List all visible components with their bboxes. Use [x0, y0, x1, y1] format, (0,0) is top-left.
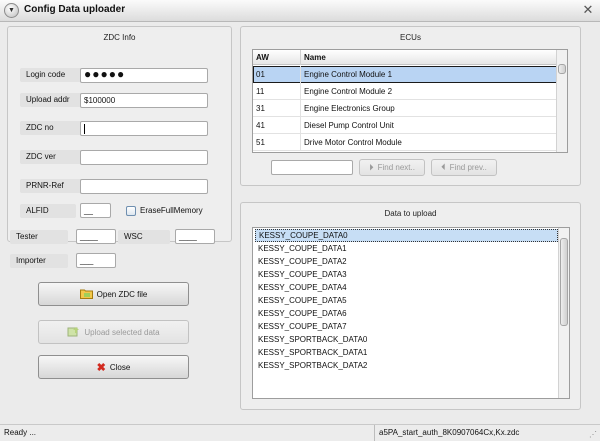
column-name[interactable]: Name — [301, 50, 558, 65]
title-bar: ▼ Config Data uploader ✕ — [0, 0, 600, 22]
wsc-input[interactable]: ____ — [175, 229, 215, 244]
login-code-input[interactable]: ●●●●● — [80, 68, 208, 83]
ecu-scroll-thumb[interactable] — [558, 64, 566, 74]
list-item[interactable]: KESSY_COUPE_DATA3 — [255, 268, 347, 281]
cell-name: Diesel Pump Control Unit — [301, 117, 558, 134]
erase-full-memory-checkbox[interactable] — [126, 206, 136, 216]
alfid-input[interactable]: __ — [80, 203, 111, 218]
list-item[interactable]: KESSY_SPORTBACK_DATA2 — [255, 359, 367, 372]
cell-name: Engine Electronics Group — [301, 100, 558, 117]
data-list-scroll-thumb[interactable] — [560, 238, 568, 326]
table-row[interactable]: 51 Drive Motor Control Module — [253, 134, 558, 151]
upload-selected-data-button[interactable]: Upload selected data — [38, 320, 189, 344]
cell-aw: 01 — [253, 66, 301, 83]
cell-name: Engine Control Module 2 — [301, 83, 558, 100]
client-area: ZDC Info Login code ●●●●● Upload addr $1… — [0, 22, 600, 424]
window-close-icon[interactable]: ✕ — [580, 3, 596, 18]
window-title: Config Data uploader — [24, 4, 126, 15]
ecu-table-scrollbar[interactable] — [556, 50, 567, 152]
find-next-label: Find next.. — [377, 163, 415, 172]
status-file: a5PA_start_auth_8K0907064Cx,Kx.zdc — [374, 425, 519, 441]
zdc-no-input[interactable] — [80, 121, 208, 136]
prnr-ref-input[interactable] — [80, 179, 208, 194]
find-prev-icon: ⏴ — [441, 162, 446, 172]
list-item[interactable]: KESSY_SPORTBACK_DATA1 — [255, 346, 367, 359]
open-zdc-file-label: Open ZDC file — [96, 289, 148, 299]
ecu-table-header: AW Name — [253, 50, 567, 65]
ecu-table[interactable]: AW Name 01 Engine Control Module 1 11 En… — [252, 49, 568, 153]
upload-selected-data-label: Upload selected data — [84, 327, 160, 337]
prnr-ref-label: PRNR-Ref — [20, 179, 82, 193]
window-menu-icon[interactable]: ▼ — [4, 3, 19, 18]
list-item[interactable]: KESSY_COUPE_DATA5 — [255, 294, 347, 307]
folder-icon — [79, 288, 93, 301]
cell-aw: 31 — [253, 100, 301, 117]
data-to-upload-title: Data to upload — [384, 209, 437, 218]
list-item[interactable]: KESSY_SPORTBACK_DATA0 — [255, 333, 367, 346]
zdc-ver-input[interactable] — [80, 150, 208, 165]
list-item[interactable]: KESSY_COUPE_DATA4 — [255, 281, 347, 294]
importer-label: Importer — [10, 254, 68, 268]
zdc-ver-label: ZDC ver — [20, 150, 82, 164]
find-prev-label: Find prev.. — [449, 163, 487, 172]
ecus-title: ECUs — [400, 33, 421, 42]
data-to-upload-group: Data to upload KESSY_COUPE_DATA0 KESSY_C… — [240, 202, 581, 410]
column-aw[interactable]: AW — [253, 50, 301, 65]
find-prev-button[interactable]: ⏴ Find prev.. — [431, 159, 497, 176]
table-row[interactable]: 11 Engine Control Module 2 — [253, 83, 558, 100]
find-next-icon: ⏵ — [369, 162, 374, 172]
list-item[interactable]: KESSY_COUPE_DATA7 — [255, 320, 347, 333]
ecus-group: ECUs AW Name 01 Engine Control Module 1 … — [240, 26, 581, 186]
importer-input[interactable]: ___ — [76, 253, 116, 268]
erase-full-memory-label: EraseFullMemory — [140, 206, 203, 215]
cell-aw: 51 — [253, 134, 301, 151]
zdc-no-label: ZDC no — [20, 121, 82, 135]
close-x-icon: ✖ — [96, 361, 106, 374]
table-row[interactable]: 01 Engine Control Module 1 — [253, 66, 558, 83]
zdc-info-group: ZDC Info Login code ●●●●● Upload addr $1… — [7, 26, 232, 242]
list-item[interactable]: KESSY_COUPE_DATA6 — [255, 307, 347, 320]
cell-aw: 41 — [253, 117, 301, 134]
close-button[interactable]: ✖ Close — [38, 355, 189, 379]
status-bar: Ready ... a5PA_start_auth_8K0907064Cx,Kx… — [0, 424, 600, 441]
cell-aw: 11 — [253, 83, 301, 100]
table-row[interactable]: 31 Engine Electronics Group — [253, 100, 558, 117]
open-zdc-file-button[interactable]: Open ZDC file — [38, 282, 189, 306]
ecu-search-input[interactable] — [271, 160, 353, 175]
tester-input[interactable]: ____ — [76, 229, 116, 244]
resize-grip-icon[interactable]: ⋰ — [589, 430, 598, 439]
data-to-upload-list[interactable]: KESSY_COUPE_DATA0 KESSY_COUPE_DATA1 KESS… — [252, 227, 570, 399]
find-next-button[interactable]: ⏵ Find next.. — [359, 159, 425, 176]
data-list-scrollbar[interactable] — [558, 228, 569, 398]
wsc-label: WSC — [118, 230, 170, 244]
list-item[interactable]: KESSY_COUPE_DATA1 — [255, 242, 347, 255]
upload-addr-input[interactable]: $100000 — [80, 93, 208, 108]
list-item[interactable]: KESSY_COUPE_DATA0 — [255, 229, 558, 242]
close-label: Close — [109, 362, 131, 372]
alfid-label: ALFID — [20, 204, 76, 218]
table-row[interactable]: 41 Diesel Pump Control Unit — [253, 117, 558, 134]
tester-label: Tester — [10, 230, 68, 244]
status-text: Ready ... — [4, 428, 37, 437]
cell-name: Drive Motor Control Module — [301, 134, 558, 151]
upload-icon — [67, 326, 80, 339]
list-item[interactable]: KESSY_COUPE_DATA2 — [255, 255, 347, 268]
upload-addr-label: Upload addr — [20, 93, 82, 107]
login-code-label: Login code — [20, 68, 82, 82]
cell-name: Engine Control Module 1 — [301, 66, 558, 83]
zdc-info-title: ZDC Info — [103, 33, 136, 42]
